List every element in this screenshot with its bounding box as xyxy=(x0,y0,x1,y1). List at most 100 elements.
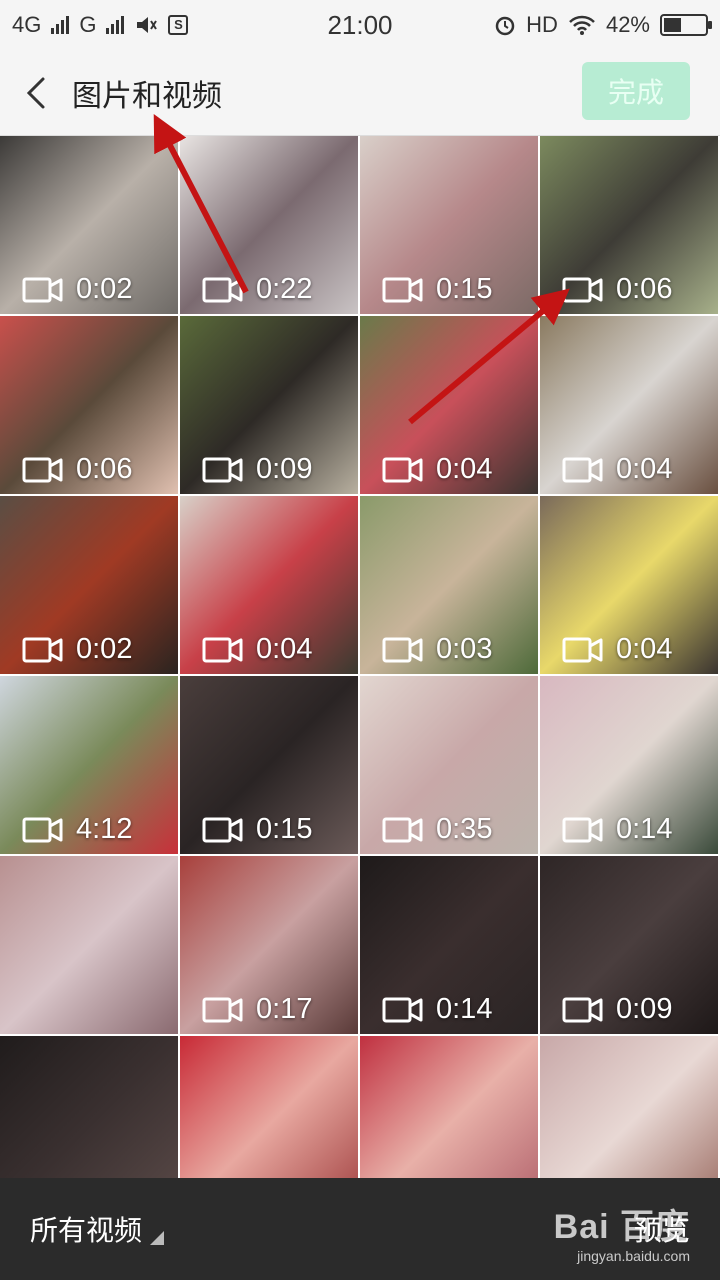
video-duration: 0:03 xyxy=(436,633,493,665)
video-camera-icon xyxy=(202,997,244,1023)
video-meta: 0:04 xyxy=(202,633,312,666)
video-meta: 0:22 xyxy=(202,273,312,306)
video-thumbnail[interactable]: 0:02 xyxy=(0,136,178,314)
video-duration: 0:14 xyxy=(616,813,673,845)
video-meta: 4:12 xyxy=(22,813,132,846)
thumbnail-image xyxy=(360,1036,538,1178)
bottom-bar: 所有视频 预览 Bai 百度 jingyan.baidu.com xyxy=(0,1178,720,1280)
video-duration: 0:02 xyxy=(76,633,133,665)
video-camera-icon xyxy=(562,457,604,483)
video-duration: 0:22 xyxy=(256,273,313,305)
video-thumbnail[interactable]: 0:04 xyxy=(360,316,538,494)
video-thumbnail[interactable]: 0:22 xyxy=(180,136,358,314)
s-badge-icon: S xyxy=(168,15,189,35)
video-thumbnail[interactable]: 0:09 xyxy=(540,856,718,1034)
video-meta: 0:35 xyxy=(382,813,492,846)
video-camera-icon xyxy=(202,817,244,843)
video-meta: 0:15 xyxy=(202,813,312,846)
video-meta: 0:04 xyxy=(562,453,672,486)
wifi-icon xyxy=(569,15,595,35)
video-camera-icon xyxy=(382,457,424,483)
video-thumbnail[interactable] xyxy=(360,1036,538,1178)
video-duration: 0:04 xyxy=(616,453,673,485)
video-camera-icon xyxy=(382,817,424,843)
thumbnail-image xyxy=(540,1036,718,1178)
video-thumbnail[interactable]: 0:15 xyxy=(360,136,538,314)
status-bar: 4G G S 21:00 HD 42% xyxy=(0,0,720,50)
video-thumbnail[interactable]: 0:06 xyxy=(540,136,718,314)
video-duration: 0:35 xyxy=(436,813,493,845)
video-thumbnail[interactable]: 0:03 xyxy=(360,496,538,674)
video-duration: 0:04 xyxy=(256,633,313,665)
status-left: 4G G S xyxy=(12,12,494,38)
video-duration: 0:09 xyxy=(616,993,673,1025)
video-thumbnail[interactable]: 0:04 xyxy=(540,316,718,494)
video-camera-icon xyxy=(202,457,244,483)
battery-percent: 42% xyxy=(605,12,650,37)
video-thumbnail[interactable]: 0:17 xyxy=(180,856,358,1034)
back-button[interactable] xyxy=(6,50,66,136)
video-thumbnail[interactable]: 0:09 xyxy=(180,316,358,494)
status-right: HD 42% xyxy=(494,12,712,38)
video-meta: 0:14 xyxy=(382,993,492,1026)
battery-fill xyxy=(664,18,681,32)
video-thumbnail[interactable]: 0:02 xyxy=(0,496,178,674)
watermark-logo: Bai 百度 xyxy=(553,1208,690,1246)
video-camera-icon xyxy=(562,277,604,303)
album-selector[interactable]: 所有视频 xyxy=(30,1209,165,1249)
signal-icon-2 xyxy=(106,16,125,34)
video-camera-icon xyxy=(22,457,64,483)
hd-label: HD xyxy=(526,12,558,37)
mute-icon xyxy=(137,17,158,33)
video-meta: 0:04 xyxy=(562,633,672,666)
video-thumbnail[interactable]: 0:04 xyxy=(540,496,718,674)
video-meta: 0:03 xyxy=(382,633,492,666)
video-meta: 0:09 xyxy=(202,453,312,486)
video-thumbnail[interactable]: 0:35 xyxy=(360,676,538,854)
album-label: 所有视频 xyxy=(30,1215,143,1246)
video-duration: 0:15 xyxy=(256,813,313,845)
thumbnail-image xyxy=(180,1036,358,1178)
video-thumbnail[interactable] xyxy=(0,1036,178,1178)
video-camera-icon xyxy=(22,277,64,303)
video-thumbnail[interactable]: 4:12 xyxy=(0,676,178,854)
header: 图片和视频 完成 xyxy=(0,50,720,136)
video-thumbnail[interactable]: 0:04 xyxy=(180,496,358,674)
video-meta: 0:02 xyxy=(22,633,132,666)
thumbnail-image xyxy=(0,1036,178,1178)
video-camera-icon xyxy=(202,277,244,303)
video-camera-icon xyxy=(382,637,424,663)
video-meta: 0:02 xyxy=(22,273,132,306)
watermark-url: jingyan.baidu.com xyxy=(577,1248,690,1264)
video-camera-icon xyxy=(22,637,64,663)
video-camera-icon xyxy=(202,637,244,663)
video-duration: 0:09 xyxy=(256,453,313,485)
video-thumbnail[interactable] xyxy=(180,1036,358,1178)
video-thumbnail[interactable] xyxy=(540,1036,718,1178)
dropdown-triangle-icon xyxy=(150,1231,165,1245)
video-duration: 0:14 xyxy=(436,993,493,1025)
video-meta: 0:06 xyxy=(562,273,672,306)
video-duration: 0:02 xyxy=(76,273,133,305)
video-meta: 0:04 xyxy=(382,453,492,486)
video-thumbnail[interactable]: 0:15 xyxy=(180,676,358,854)
video-camera-icon xyxy=(562,997,604,1023)
video-duration: 0:04 xyxy=(436,453,493,485)
video-thumbnail[interactable]: 0:14 xyxy=(540,676,718,854)
video-thumbnail[interactable] xyxy=(0,856,178,1034)
battery-icon xyxy=(660,14,712,36)
media-grid: 0:02 0:22 0:15 0:06 0:06 0:09 0:04 0:04 0:02 0:04… xyxy=(0,136,720,1178)
video-thumbnail[interactable]: 0:06 xyxy=(0,316,178,494)
chevron-left-icon xyxy=(26,77,45,108)
video-meta: 0:15 xyxy=(382,273,492,306)
video-duration: 0:04 xyxy=(616,633,673,665)
video-meta: 0:14 xyxy=(562,813,672,846)
video-camera-icon xyxy=(562,817,604,843)
video-thumbnail[interactable]: 0:14 xyxy=(360,856,538,1034)
signal-icon-1 xyxy=(51,16,70,34)
video-duration: 0:17 xyxy=(256,993,313,1025)
done-button[interactable]: 完成 xyxy=(582,62,690,120)
thumbnail-image xyxy=(0,856,178,1034)
video-camera-icon xyxy=(382,277,424,303)
video-camera-icon xyxy=(562,637,604,663)
